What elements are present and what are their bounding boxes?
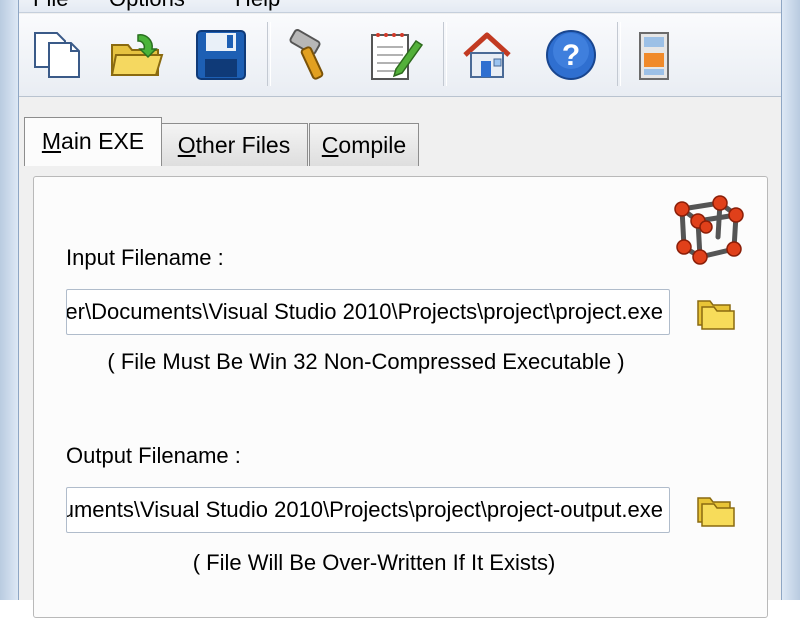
input-filename-label: Input Filename :: [66, 245, 224, 270]
home-icon: [463, 32, 511, 78]
menu-file[interactable]: File: [33, 0, 68, 12]
copy-button[interactable]: [23, 20, 91, 90]
tab-accelerator: C: [321, 132, 339, 158]
folder-browse-icon: [697, 300, 735, 330]
tab-label: Main EXE: [41, 128, 145, 154]
app-logo-icon: [674, 195, 744, 265]
help-icon: ?: [546, 30, 596, 80]
package-button[interactable]: [621, 20, 689, 90]
help-button[interactable]: ?: [537, 20, 605, 90]
output-filename-label: Output Filename :: [66, 443, 241, 468]
save-button[interactable]: [187, 20, 255, 90]
svg-text:?: ?: [562, 39, 580, 72]
menu-bar: File Options Help: [19, 0, 781, 13]
browse-input-button[interactable]: [696, 293, 736, 331]
tab-accelerator: O: [177, 132, 196, 158]
menu-options[interactable]: Options: [109, 0, 185, 12]
notepad-edit-icon: [371, 33, 424, 80]
tab-accelerator: M: [41, 128, 62, 154]
input-filename-field[interactable]: C:\Users\user\Documents\Visual Studio 20…: [66, 289, 670, 335]
build-button[interactable]: [277, 20, 345, 90]
output-filename-value: C:\Users\user\Documents\Visual Studio 20…: [67, 497, 663, 522]
copy-icon: [34, 32, 80, 78]
hammer-icon: [289, 29, 324, 80]
tab-main-exe[interactable]: Main EXE: [24, 117, 162, 166]
toolbar: ?: [19, 14, 781, 97]
application-window: File Options Help: [0, 0, 800, 618]
open-folder-icon: [110, 34, 164, 76]
output-filename-field[interactable]: C:\Users\user\Documents\Visual Studio 20…: [66, 487, 670, 533]
window-client-area: File Options Help: [19, 0, 781, 618]
window-frame-left: [0, 0, 19, 600]
tab-label: Compile: [321, 132, 407, 158]
tab-compile[interactable]: Compile: [309, 123, 419, 166]
window-frame-right: [781, 0, 800, 600]
input-filename-value: C:\Users\user\Documents\Visual Studio 20…: [66, 299, 663, 324]
tab-other-files[interactable]: Other Files: [160, 123, 308, 166]
output-filename-note: ( File Will Be Over-Written If It Exists…: [192, 550, 556, 575]
save-icon: [196, 30, 246, 80]
tab-panel-main-exe: Input Filename : C:\Users\user\Documents…: [33, 176, 768, 618]
menu-help[interactable]: Help: [235, 0, 280, 12]
open-button[interactable]: [103, 20, 171, 90]
browse-output-button[interactable]: [696, 490, 736, 528]
toolbar-separator: [443, 22, 447, 86]
package-icon: [639, 32, 669, 80]
input-filename-note: ( File Must Be Win 32 Non-Compressed Exe…: [107, 349, 625, 374]
toolbar-separator: [267, 22, 271, 86]
home-button[interactable]: [453, 20, 521, 90]
folder-browse-icon: [697, 497, 735, 527]
edit-button[interactable]: [361, 20, 429, 90]
tab-label: Other Files: [177, 132, 291, 158]
